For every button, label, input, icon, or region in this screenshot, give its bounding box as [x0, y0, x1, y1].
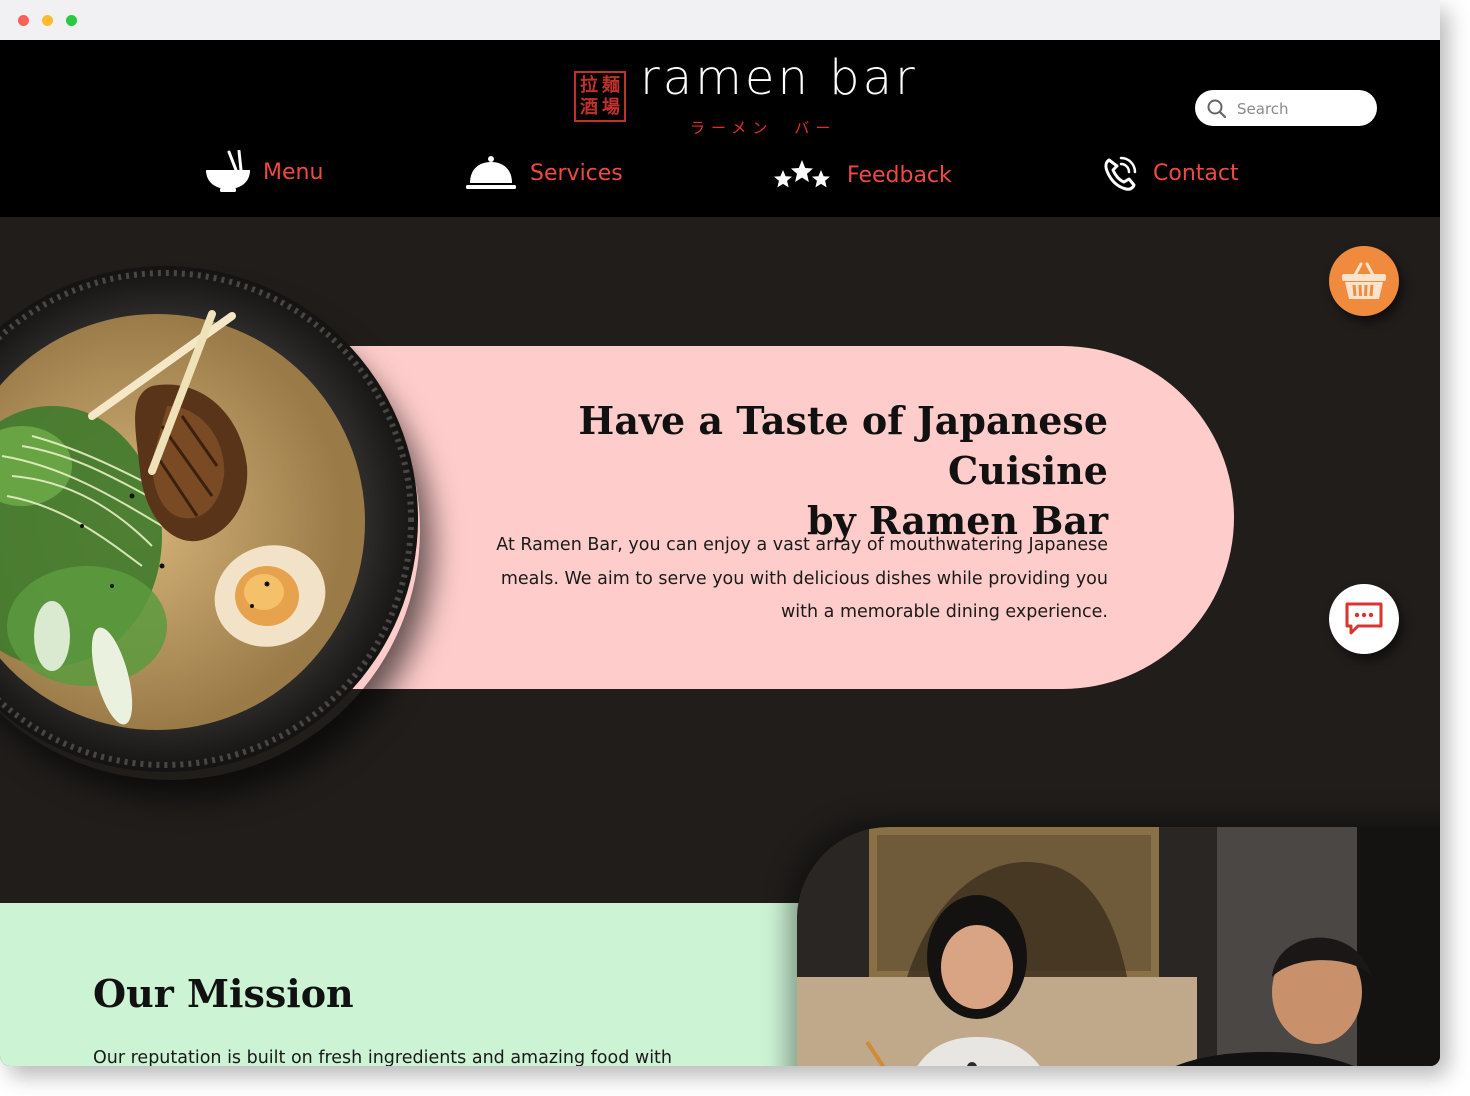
minimize-window-button[interactable] — [42, 15, 53, 26]
search-box[interactable] — [1195, 90, 1377, 126]
cart-button[interactable] — [1329, 246, 1399, 316]
logo-text[interactable]: ramen bar — [640, 50, 918, 106]
logo-kanji-char: 麺 — [602, 75, 620, 96]
nav-feedback-label: Feedback — [847, 162, 952, 188]
website: 拉 麺 酒 場 ramen bar ラーメン バー Search Menu Se… — [0, 40, 1440, 1066]
ramen-bowl-icon — [206, 150, 250, 192]
diners-photo — [797, 827, 1440, 1066]
ramen-bowl-image — [0, 266, 418, 772]
chat-button[interactable] — [1329, 584, 1399, 654]
chat-icon — [1345, 602, 1383, 635]
restaurant-photo — [797, 827, 1440, 1066]
logo-kanji-stamp[interactable]: 拉 麺 酒 場 — [574, 71, 626, 122]
mission-title: Our Mission — [93, 971, 354, 1016]
hero-description: At Ramen Bar, you can enjoy a vast array… — [496, 535, 1108, 622]
stars-icon — [774, 160, 830, 188]
basket-icon — [1342, 262, 1386, 299]
cloche-icon — [466, 156, 516, 189]
site-header: 拉 麺 酒 場 ramen bar ラーメン バー Search Menu Se… — [0, 40, 1440, 217]
hero-banner: Have a Taste of Japanese Cuisine by Rame… — [300, 346, 1234, 689]
search-icon — [1207, 99, 1227, 119]
hero-title-line: Have a Taste of Japanese Cuisine — [578, 398, 1108, 493]
hero-title: Have a Taste of Japanese Cuisine by Rame… — [408, 396, 1108, 546]
logo-kanji-char: 拉 — [580, 75, 598, 96]
close-window-button[interactable] — [18, 15, 29, 26]
maximize-window-button[interactable] — [66, 15, 77, 26]
logo-subtitle: ラーメン バー — [690, 119, 837, 137]
mission-section: Our Mission Our reputation is built on f… — [0, 903, 800, 1066]
browser-window: 拉 麺 酒 場 ramen bar ラーメン バー Search Menu Se… — [0, 0, 1440, 1066]
nav-contact-label: Contact — [1153, 160, 1239, 186]
browser-titlebar — [0, 0, 1440, 40]
nav-feedback[interactable]: Feedback — [772, 158, 952, 192]
logo-kanji-char: 酒 — [580, 97, 598, 118]
nav-menu-label: Menu — [263, 159, 324, 185]
nav-contact[interactable]: Contact — [1103, 154, 1239, 192]
nav-menu[interactable]: Menu — [205, 150, 323, 194]
nav-services[interactable]: Services — [466, 155, 623, 191]
phone-icon — [1104, 156, 1137, 191]
mission-text: Our reputation is built on fresh ingredi… — [93, 1048, 673, 1066]
logo-kanji-char: 場 — [602, 97, 620, 118]
search-input[interactable] — [1235, 96, 1369, 122]
nav-services-label: Services — [530, 160, 623, 186]
